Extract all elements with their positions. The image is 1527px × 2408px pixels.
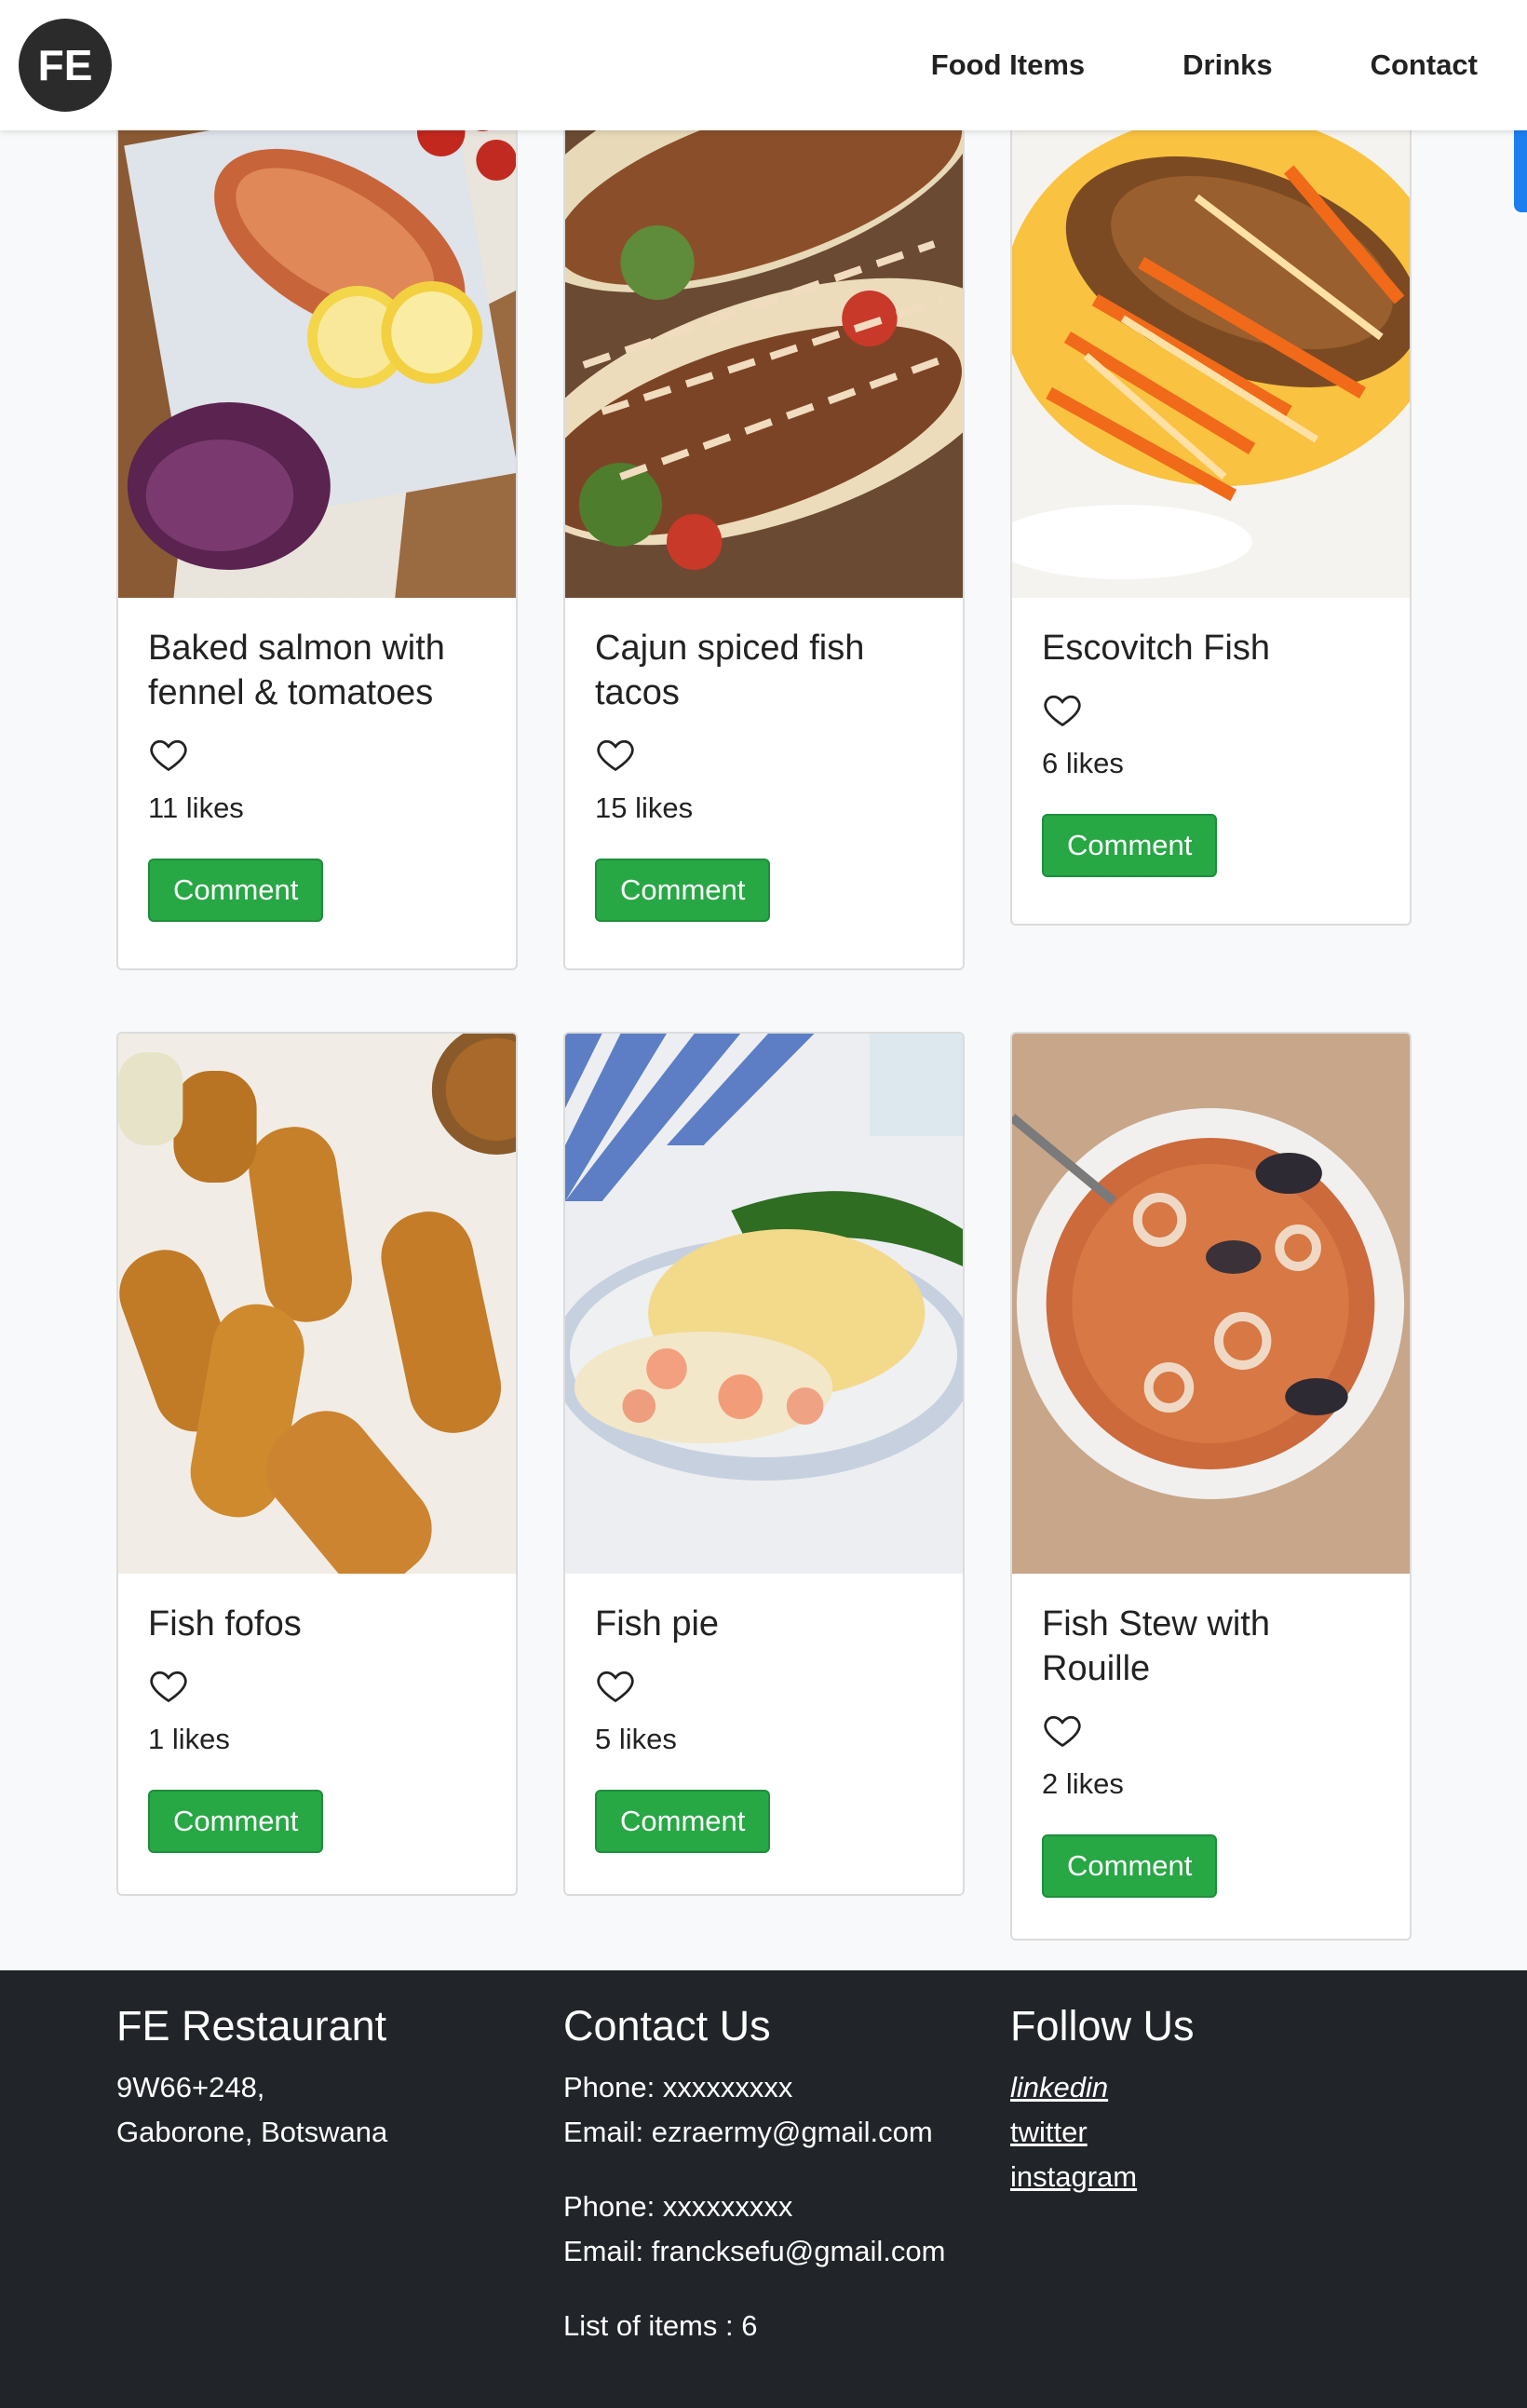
likes-count: 2 likes bbox=[1042, 1767, 1124, 1800]
card-title: Fish Stew with Rouille bbox=[1042, 1604, 1270, 1688]
food-card: Escovitch Fish 6 likes Comment bbox=[1010, 56, 1412, 926]
twitter-link[interactable]: twitter bbox=[1010, 2110, 1195, 2155]
scroll-indicator[interactable] bbox=[1514, 119, 1527, 212]
linkedin-link[interactable]: linkedin bbox=[1010, 2065, 1195, 2110]
likes-count: 1 likes bbox=[148, 1723, 230, 1755]
heart-icon[interactable] bbox=[148, 734, 189, 775]
card-title: Cajun spiced fish tacos bbox=[595, 629, 865, 712]
nav-links: Food Items Drinks Contact bbox=[833, 0, 1527, 130]
card-title: Fish fofos bbox=[148, 1604, 302, 1644]
footer-contact-heading: Contact Us bbox=[563, 2002, 771, 2050]
card-body: Cajun spiced fish tacos 15 likes Comment bbox=[565, 598, 963, 952]
footer: FE Restaurant 9W66+248, Gaborone, Botswa… bbox=[0, 1970, 1527, 2408]
footer-follow-heading: Follow Us bbox=[1010, 2002, 1195, 2050]
nav-drinks[interactable]: Drinks bbox=[1182, 48, 1272, 82]
item-count: List of items : 6 bbox=[563, 2309, 758, 2342]
contact-phone-1: Phone: xxxxxxxxx bbox=[563, 2071, 793, 2104]
card-title: Escovitch Fish bbox=[1042, 629, 1270, 668]
footer-restaurant: FE Restaurant 9W66+248, Gaborone, Botswa… bbox=[116, 2002, 387, 2155]
address-line-1: 9W66+248, bbox=[116, 2071, 265, 2104]
card-body: Fish pie 5 likes Comment bbox=[565, 1574, 963, 1883]
card-title: Fish pie bbox=[595, 1604, 720, 1644]
baked-salmon-photo bbox=[118, 58, 516, 598]
card-body: Escovitch Fish 6 likes Comment bbox=[1012, 598, 1410, 907]
instagram-link[interactable]: instagram bbox=[1010, 2155, 1195, 2199]
fish-tacos-photo bbox=[565, 58, 963, 598]
food-card: Baked salmon with fennel & tomatoes 11 l… bbox=[116, 56, 518, 970]
contact-phone-2: Phone: xxxxxxxxx bbox=[563, 2190, 793, 2223]
card-body: Fish fofos 1 likes Comment bbox=[118, 1574, 516, 1883]
comment-button[interactable]: Comment bbox=[595, 859, 771, 922]
contact-email-2: Email: francksefu@gmail.com bbox=[563, 2235, 946, 2267]
likes-count: 6 likes bbox=[1042, 747, 1124, 779]
nav-contact[interactable]: Contact bbox=[1371, 48, 1478, 82]
heart-icon[interactable] bbox=[148, 1665, 189, 1706]
contact-email-1: Email: ezraermy@gmail.com bbox=[563, 2116, 933, 2148]
comment-button[interactable]: Comment bbox=[595, 1790, 771, 1853]
food-card: Cajun spiced fish tacos 15 likes Comment bbox=[563, 56, 965, 970]
footer-restaurant-heading: FE Restaurant bbox=[116, 2002, 387, 2050]
food-card: Fish fofos 1 likes Comment bbox=[116, 1032, 518, 1896]
navbar: FE Food Items Drinks Contact bbox=[0, 0, 1527, 130]
likes-count: 11 likes bbox=[148, 791, 244, 824]
fish-stew-photo bbox=[1012, 1034, 1410, 1574]
comment-button[interactable]: Comment bbox=[148, 859, 324, 922]
food-card: Fish pie 5 likes Comment bbox=[563, 1032, 965, 1896]
comment-button[interactable]: Comment bbox=[1042, 1834, 1218, 1898]
nav-food-items[interactable]: Food Items bbox=[931, 48, 1085, 82]
heart-icon[interactable] bbox=[1042, 1710, 1083, 1751]
heart-icon[interactable] bbox=[1042, 689, 1083, 730]
comment-button[interactable]: Comment bbox=[148, 1790, 324, 1853]
likes-count: 5 likes bbox=[595, 1723, 677, 1755]
card-title: Baked salmon with fennel & tomatoes bbox=[148, 629, 445, 712]
heart-icon[interactable] bbox=[595, 1665, 636, 1706]
likes-count: 15 likes bbox=[595, 791, 694, 824]
card-body: Fish Stew with Rouille 2 likes Comment bbox=[1012, 1574, 1410, 1928]
food-card: Fish Stew with Rouille 2 likes Comment bbox=[1010, 1032, 1412, 1941]
footer-contact: Contact Us Phone: xxxxxxxxx Email: ezrae… bbox=[563, 2002, 945, 2348]
footer-follow: Follow Us linkedin twitter instagram bbox=[1010, 2002, 1195, 2199]
address-line-2: Gaborone, Botswana bbox=[116, 2116, 388, 2148]
card-body: Baked salmon with fennel & tomatoes 11 l… bbox=[118, 598, 516, 952]
heart-icon[interactable] bbox=[595, 734, 636, 775]
escovitch-fish-photo bbox=[1012, 58, 1410, 598]
fish-pie-photo bbox=[565, 1034, 963, 1574]
comment-button[interactable]: Comment bbox=[1042, 814, 1218, 877]
logo[interactable]: FE bbox=[19, 19, 112, 112]
fish-fofos-photo bbox=[118, 1034, 516, 1574]
